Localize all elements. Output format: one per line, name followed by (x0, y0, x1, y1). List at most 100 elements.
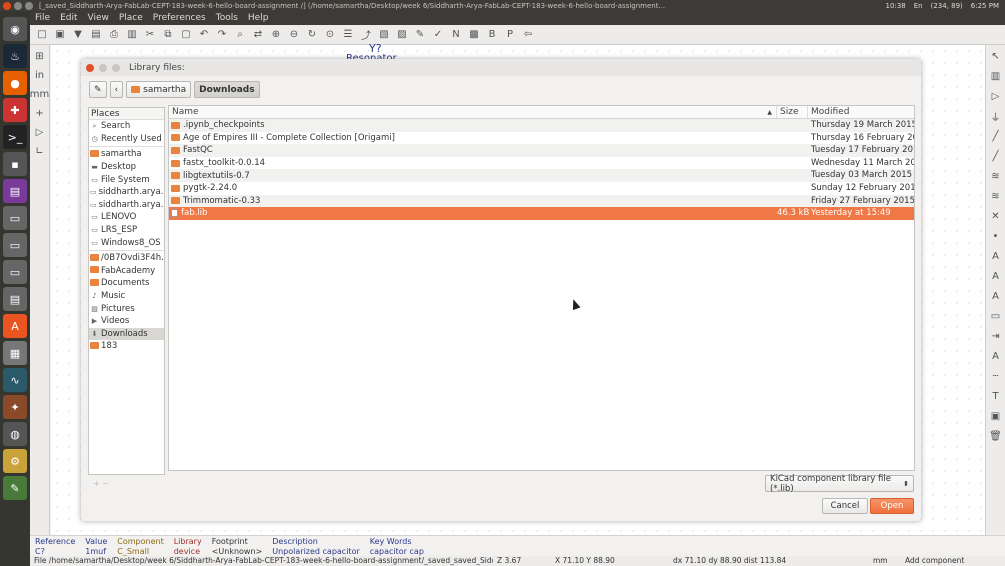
image-icon[interactable]: ▣ (988, 408, 1004, 424)
inches-icon[interactable]: in (32, 67, 48, 83)
place-search[interactable]: ⌕ Search (89, 120, 164, 133)
drive-icon[interactable]: ▭ (3, 206, 27, 230)
clock[interactable]: 6:25 PM (971, 2, 999, 10)
menu-tools[interactable]: Tools (211, 13, 243, 23)
pcbnew-icon[interactable]: P (502, 27, 518, 43)
file-row[interactable]: FastQC Tuesday 17 February 2015 (169, 144, 914, 157)
drive-icon[interactable]: ▤ (3, 287, 27, 311)
redo-icon[interactable]: ↷ (214, 27, 230, 43)
mm-icon[interactable]: mm (30, 86, 49, 102)
open-button[interactable]: Open (870, 498, 914, 514)
select-icon[interactable]: ↖ (988, 48, 1004, 64)
place-bookmark-selected[interactable]: ⬇ Downloads (89, 327, 164, 341)
save-icon[interactable]: ▼ (70, 27, 86, 43)
bom-icon[interactable]: B (484, 27, 500, 43)
no-connect-icon[interactable]: ✕ (988, 208, 1004, 224)
add-component-icon[interactable]: ▷ (988, 88, 1004, 104)
open-project-icon[interactable]: ▣ (52, 27, 68, 43)
library-browser-icon[interactable]: ▨ (394, 27, 410, 43)
app-icon[interactable]: ◍ (3, 422, 27, 446)
firefox-icon[interactable]: ● (3, 71, 27, 95)
cancel-button[interactable]: Cancel (822, 498, 868, 514)
column-modified[interactable]: Modified (808, 106, 914, 118)
add-power-icon[interactable]: ⏚ (988, 108, 1004, 124)
global-label-icon[interactable]: A (988, 268, 1004, 284)
path-home-button[interactable]: samartha (126, 81, 192, 98)
graphic-line-icon[interactable]: ┄ (988, 368, 1004, 384)
dialog-maximize-icon[interactable] (112, 63, 120, 72)
place-bookmark[interactable]: ▶ Videos (89, 315, 164, 328)
menu-file[interactable]: File (30, 13, 55, 23)
hierarchy-icon[interactable]: ☰ (340, 27, 356, 43)
find-icon[interactable]: ⌕ (232, 27, 248, 43)
path-downloads-button[interactable]: Downloads (194, 81, 260, 98)
file-row[interactable]: libgtextutils-0.7 Tuesday 03 March 2015 (169, 169, 914, 182)
hier-label-icon[interactable]: A (988, 288, 1004, 304)
kicad-icon[interactable]: ⚙ (3, 449, 27, 473)
leave-sheet-icon[interactable]: ⤴ (358, 27, 374, 43)
app-icon[interactable]: ✚ (3, 98, 27, 122)
dialog-minimize-icon[interactable] (99, 63, 107, 72)
import-pin-icon[interactable]: ⇥ (988, 328, 1004, 344)
place-drive[interactable]: ▭ siddharth.arya... (89, 186, 164, 199)
bus-entry-icon[interactable]: ≋ (988, 188, 1004, 204)
file-row[interactable]: Trimmomatic-0.33 Friday 27 February 2015 (169, 194, 914, 208)
window-close-icon[interactable] (3, 1, 11, 10)
menu-edit[interactable]: Edit (55, 13, 82, 23)
redraw-icon[interactable]: ↻ (304, 27, 320, 43)
replace-icon[interactable]: ⇄ (250, 27, 266, 43)
app-icon[interactable]: ▪ (3, 152, 27, 176)
file-row[interactable]: fastx_toolkit-0.0.14 Wednesday 11 March 2… (169, 157, 914, 170)
paste-icon[interactable]: ▢ (178, 27, 194, 43)
place-bookmark[interactable]: 183 (89, 340, 164, 353)
net-label-icon[interactable]: A (988, 248, 1004, 264)
app-icon[interactable]: ▤ (3, 179, 27, 203)
place-bookmark[interactable]: /0B7Ovdi3F4h... (89, 252, 164, 265)
place-bookmark[interactable]: ▨ Pictures (89, 302, 164, 315)
text-icon[interactable]: T (988, 388, 1004, 404)
page-settings-icon[interactable]: ▤ (88, 27, 104, 43)
cursor-shape-icon[interactable]: + (32, 105, 48, 121)
dash-icon[interactable]: ◉ (3, 17, 27, 41)
drive-icon[interactable]: ▭ (3, 233, 27, 257)
wire-entry-icon[interactable]: ≋ (988, 168, 1004, 184)
place-desktop[interactable]: ▬ Desktop (89, 161, 164, 174)
path-back-button[interactable]: ‹ (109, 81, 124, 98)
annotate-icon[interactable]: ✎ (412, 27, 428, 43)
menu-place[interactable]: Place (114, 13, 148, 23)
place-drive[interactable]: ▭ siddharth.arya... (89, 199, 164, 212)
drive-icon[interactable]: ▭ (3, 260, 27, 284)
menu-help[interactable]: Help (243, 13, 274, 23)
plot-icon[interactable]: ▥ (124, 27, 140, 43)
hidden-pins-icon[interactable]: ▷ (32, 124, 48, 140)
place-drive[interactable]: ▭ LRS_ESP (89, 224, 164, 237)
zoom-out-icon[interactable]: ⊖ (286, 27, 302, 43)
place-drive[interactable]: ▭ LENOVO (89, 211, 164, 224)
cut-icon[interactable]: ✂ (142, 27, 158, 43)
place-bookmark[interactable]: ♪ Music (89, 290, 164, 303)
eeschema-icon[interactable]: ✎ (3, 476, 27, 500)
app-icon[interactable]: ▦ (3, 341, 27, 365)
undo-icon[interactable]: ↶ (196, 27, 212, 43)
dialog-close-icon[interactable] (86, 63, 94, 72)
print-icon[interactable]: ⎙ (106, 27, 122, 43)
file-type-filter[interactable]: KiCad component library file (*.lib) ⬍ (765, 474, 914, 494)
software-center-icon[interactable]: A (3, 314, 27, 338)
place-home[interactable]: samartha (89, 148, 164, 161)
column-size[interactable]: Size (777, 106, 808, 118)
file-row-selected[interactable]: fab.lib 46.3 kB Yesterday at 15:49 (169, 207, 914, 220)
place-filesystem[interactable]: ▭ File System (89, 173, 164, 186)
place-bookmark[interactable]: Documents (89, 277, 164, 290)
delete-icon[interactable]: 🗑 (988, 428, 1004, 444)
cvpcb-icon[interactable]: ▩ (466, 27, 482, 43)
wire-icon[interactable]: ╱ (988, 128, 1004, 144)
type-location-button[interactable]: ✎ (89, 81, 107, 98)
window-maximize-icon[interactable] (25, 1, 33, 10)
game-icon[interactable]: ✦ (3, 395, 27, 419)
junction-icon[interactable]: • (988, 228, 1004, 244)
menu-view[interactable]: View (83, 13, 114, 23)
place-bookmark[interactable]: FabAcademy (89, 265, 164, 278)
bus-icon[interactable]: ╱ (988, 148, 1004, 164)
steam-icon[interactable]: ♨ (3, 44, 27, 68)
file-row[interactable]: Age of Empires III - Complete Collection… (169, 132, 914, 145)
